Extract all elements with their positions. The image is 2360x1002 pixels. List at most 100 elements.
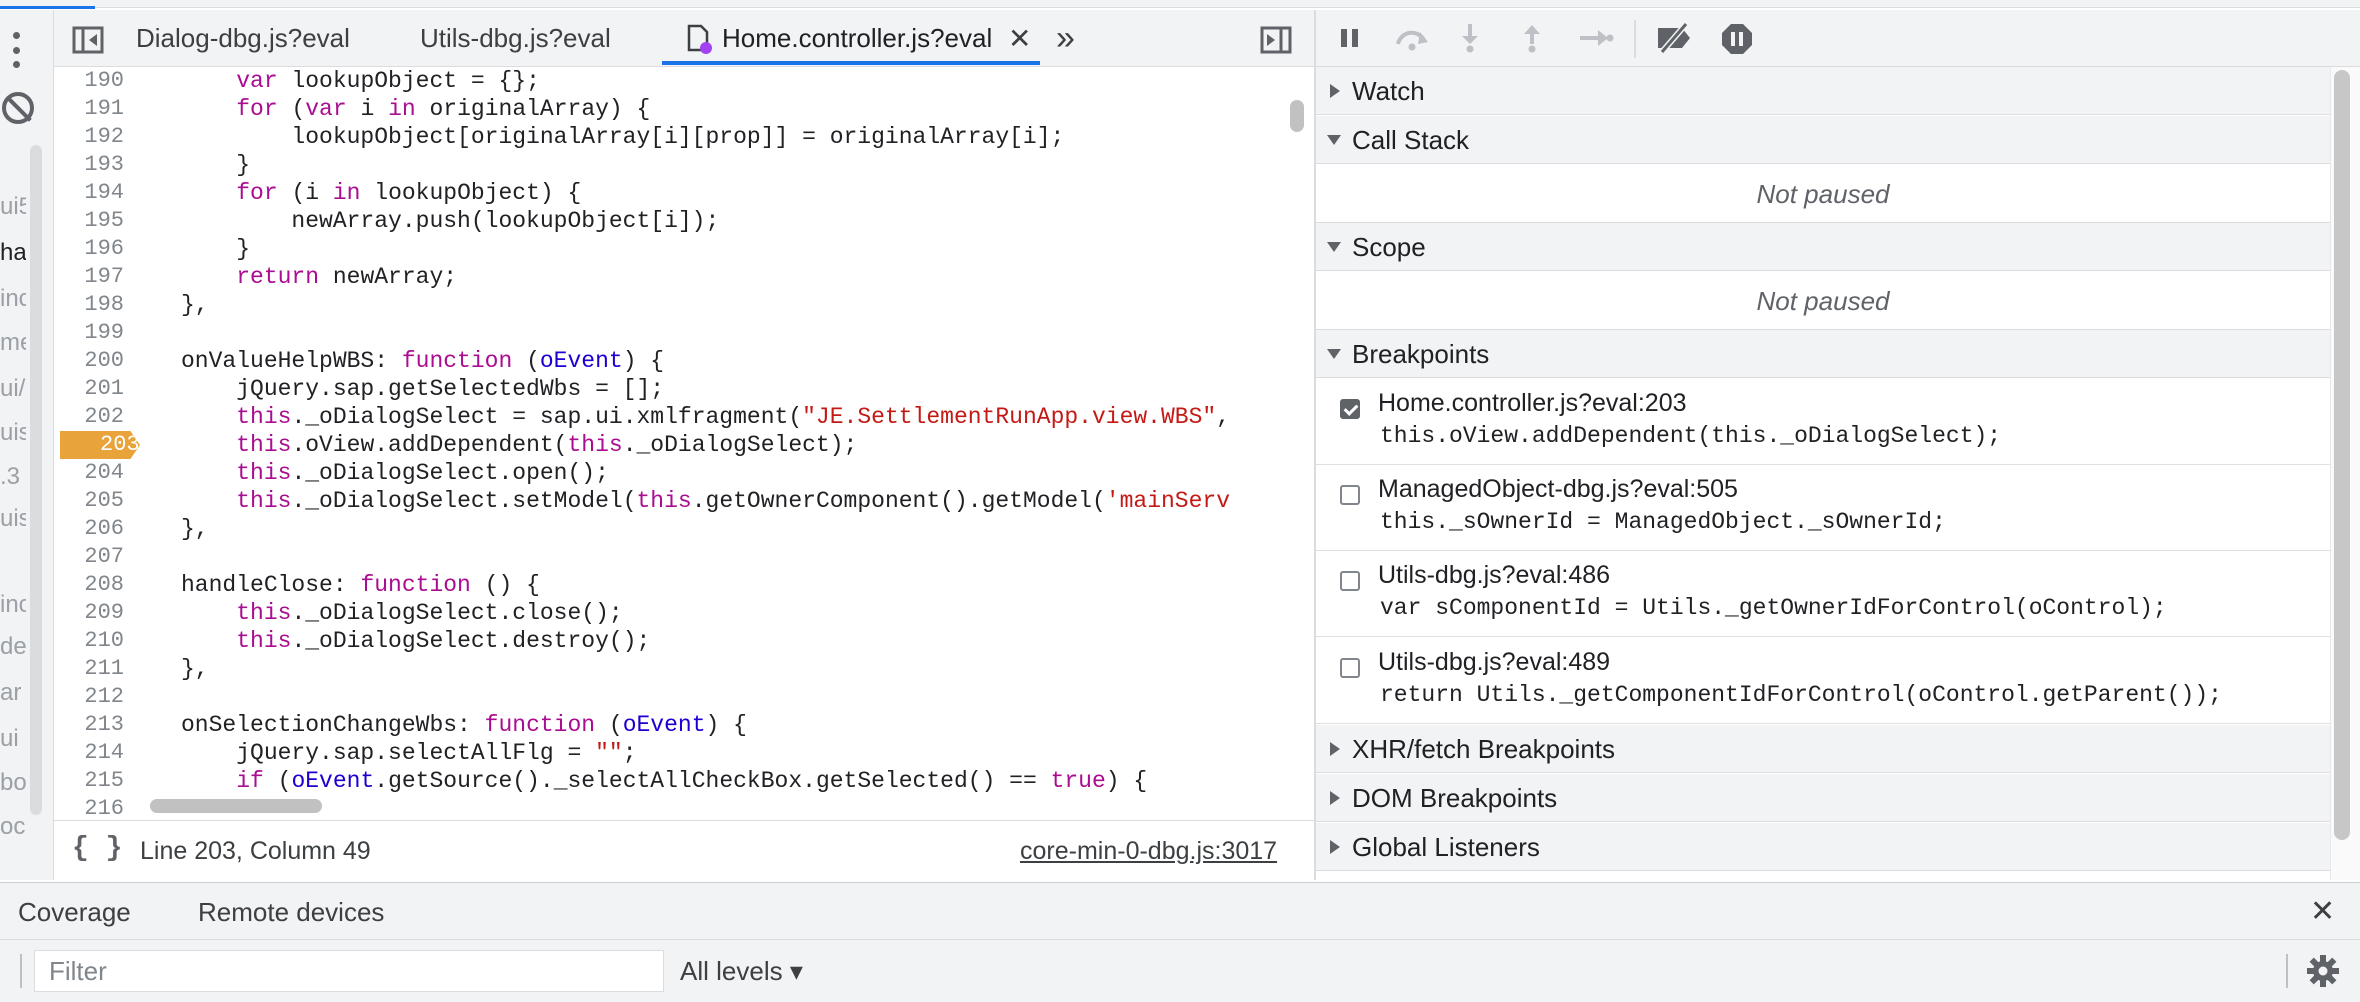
line-number[interactable]: 192 [54, 123, 124, 151]
line-number[interactable]: 201 [54, 375, 124, 403]
code-line[interactable]: lookupObject[originalArray[i][prop]] = o… [181, 123, 1064, 151]
code-line[interactable]: this._oDialogSelect = sap.ui.xmlfragment… [181, 403, 1230, 431]
navigator-item[interactable]: ui [0, 724, 26, 754]
close-drawer-icon[interactable]: ✕ [2310, 883, 2335, 941]
tab-utils-dbg[interactable]: Utils-dbg.js?eval [420, 10, 611, 67]
line-number[interactable]: 211 [54, 655, 124, 683]
breakpoint-item[interactable]: Home.controller.js?eval:203 this.oView.ad… [1316, 379, 2330, 465]
scope-section[interactable]: Scope [1316, 223, 2330, 271]
line-number[interactable]: 198 [54, 291, 124, 319]
step-icon[interactable] [1578, 26, 1614, 50]
breakpoints-section[interactable]: Breakpoints [1316, 330, 2330, 378]
line-number[interactable]: 195 [54, 207, 124, 235]
code-line[interactable]: return newArray; [181, 263, 457, 291]
watch-section[interactable]: Watch [1316, 67, 2330, 115]
toggle-navigator-icon[interactable] [72, 26, 104, 54]
code-line[interactable]: this._oDialogSelect.open(); [181, 459, 609, 487]
navigator-item[interactable]: uis [0, 418, 26, 448]
editor-horizontal-scrollbar[interactable] [150, 799, 322, 813]
line-number[interactable]: 205 [54, 487, 124, 515]
code-line[interactable]: this._oDialogSelect.destroy(); [181, 627, 650, 655]
code-line[interactable]: handleClose: function () { [181, 571, 540, 599]
code-line[interactable]: this._oDialogSelect.setModel(this.getOwn… [181, 487, 1230, 515]
code-line[interactable]: jQuery.sap.selectAllFlg = ""; [181, 739, 636, 767]
line-number[interactable]: 190 [54, 67, 124, 95]
breakpoint-checkbox[interactable] [1340, 571, 1360, 591]
log-levels-dropdown[interactable]: All levels ▾ [680, 950, 803, 992]
dom-breakpoints-section[interactable]: DOM Breakpoints [1316, 774, 2330, 822]
code-line[interactable]: }, [181, 655, 209, 683]
deactivate-breakpoints-icon[interactable] [1654, 22, 1694, 54]
line-number[interactable]: 196 [54, 235, 124, 263]
code-line[interactable]: }, [181, 291, 209, 319]
navigator-item[interactable]: me [0, 328, 26, 358]
code-line[interactable]: onSelectionChangeWbs: function (oEvent) … [181, 711, 747, 739]
navigator-item[interactable]: bo [0, 768, 26, 798]
line-number[interactable]: 212 [54, 683, 124, 711]
tab-home-controller[interactable]: Home.controller.js?eval [722, 10, 992, 67]
navigator-item[interactable]: .3 [0, 462, 26, 492]
close-tab-icon[interactable]: ✕ [1008, 10, 1031, 67]
tab-coverage[interactable]: Coverage [18, 883, 131, 941]
navigator-item[interactable]: de [0, 632, 26, 662]
code-line[interactable]: for (i in lookupObject) { [181, 179, 581, 207]
navigator-item[interactable]: ui5 [0, 192, 26, 222]
line-number[interactable]: 210 [54, 627, 124, 655]
step-into-icon[interactable] [1458, 22, 1482, 54]
code-line[interactable]: } [181, 151, 250, 179]
code-line[interactable]: jQuery.sap.getSelectedWbs = []; [181, 375, 664, 403]
tab-remote-devices[interactable]: Remote devices [198, 883, 384, 941]
line-number[interactable]: 215 [54, 767, 124, 795]
step-over-icon[interactable] [1394, 24, 1430, 52]
line-number[interactable]: 197 [54, 263, 124, 291]
breakpoint-item[interactable]: Utils-dbg.js?eval:489 return Utils._getCo… [1316, 638, 2330, 724]
sidebar-scrollbar[interactable] [2334, 70, 2350, 840]
breakpoint-checkbox[interactable] [1340, 485, 1360, 505]
navigator-item[interactable]: oc [0, 812, 26, 842]
xhr-breakpoints-section[interactable]: XHR/fetch Breakpoints [1316, 725, 2330, 773]
breakpoint-marker[interactable]: 203 [60, 431, 140, 459]
line-number[interactable]: 209 [54, 599, 124, 627]
navigator-item[interactable]: uis [0, 504, 26, 534]
tab-dialog-dbg[interactable]: Dialog-dbg.js?eval [136, 10, 350, 67]
breakpoint-location[interactable]: Utils-dbg.js?eval:489 [1378, 648, 1610, 677]
navigator-item[interactable]: hai [0, 238, 26, 268]
breakpoint-item[interactable]: Utils-dbg.js?eval:486 var sComponentId = … [1316, 551, 2330, 637]
line-number[interactable]: 208 [54, 571, 124, 599]
code-line[interactable]: onValueHelpWBS: function (oEvent) { [181, 347, 664, 375]
code-line[interactable]: if (oEvent.getSource()._selectAllCheckBo… [181, 767, 1147, 795]
navigator-scrollbar[interactable] [30, 145, 42, 815]
breakpoint-location[interactable]: Home.controller.js?eval:203 [1378, 389, 1687, 418]
source-link[interactable]: core-min-0-dbg.js:3017 [1020, 837, 1277, 866]
code-line[interactable]: this.oView.addDependent(this._oDialogSel… [181, 431, 857, 459]
breakpoint-location[interactable]: ManagedObject-dbg.js?eval:505 [1378, 475, 1738, 504]
line-number[interactable]: 206 [54, 515, 124, 543]
breakpoint-checkbox[interactable] [1340, 399, 1360, 419]
line-number[interactable]: 204 [54, 459, 124, 487]
line-number[interactable]: 194 [54, 179, 124, 207]
more-tabs-icon[interactable]: » [1056, 10, 1075, 67]
line-number[interactable]: 199 [54, 319, 124, 347]
breakpoint-item[interactable]: ManagedObject-dbg.js?eval:505 this._sOwne… [1316, 465, 2330, 551]
code-line[interactable]: for (var i in originalArray) { [181, 95, 650, 123]
block-icon[interactable] [2, 92, 34, 124]
code-line[interactable]: var lookupObject = {}; [181, 67, 540, 95]
call-stack-section[interactable]: Call Stack [1316, 116, 2330, 164]
pause-on-exceptions-icon[interactable] [1720, 22, 1754, 56]
line-number[interactable]: 214 [54, 739, 124, 767]
line-number[interactable]: 191 [54, 95, 124, 123]
code-line[interactable]: this._oDialogSelect.close(); [181, 599, 622, 627]
breakpoint-checkbox[interactable] [1340, 658, 1360, 678]
navigator-item[interactable]: ui/ [0, 374, 26, 404]
filter-input[interactable]: Filter [34, 950, 664, 992]
line-number[interactable]: 207 [54, 543, 124, 571]
code-line[interactable]: } [181, 235, 250, 263]
navigator-item[interactable]: inc [0, 590, 26, 620]
line-number[interactable]: 200 [54, 347, 124, 375]
line-number[interactable]: 202 [54, 403, 124, 431]
toggle-debugger-icon[interactable] [1260, 26, 1292, 54]
line-number[interactable]: 213 [54, 711, 124, 739]
code-line[interactable]: }, [181, 515, 209, 543]
more-options-icon[interactable] [12, 32, 20, 68]
line-number[interactable]: 193 [54, 151, 124, 179]
